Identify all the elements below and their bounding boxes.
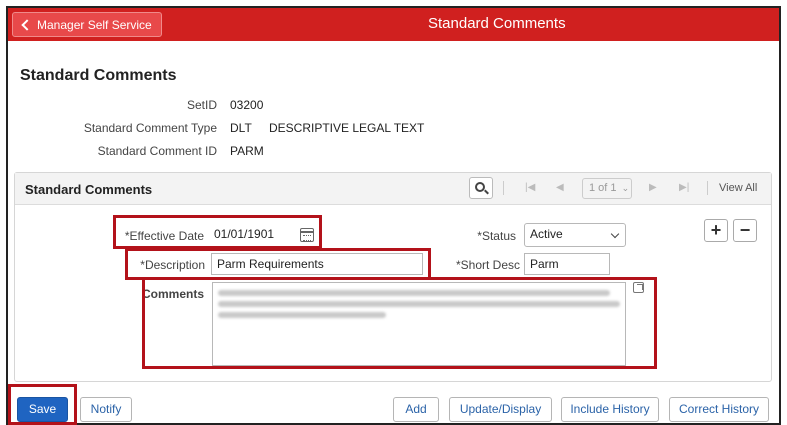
description-label: *Description — [140, 258, 205, 272]
save-button[interactable]: Save — [17, 397, 68, 422]
view-all-link[interactable]: View All — [719, 182, 757, 194]
grid-title: Standard Comments — [25, 182, 153, 197]
header-bar: Manager Self Service Standard Comments — [8, 8, 779, 41]
add-button[interactable]: Add — [393, 397, 439, 422]
page-selector[interactable]: 1 of 1 ⌄ — [582, 178, 632, 199]
setid-value: 03200 — [230, 98, 264, 112]
short-desc-label: *Short Desc — [455, 258, 520, 272]
effective-date-label: *Effective Date — [124, 229, 204, 243]
last-page-icon[interactable]: ▶| — [679, 182, 689, 193]
status-select[interactable]: Active — [524, 223, 626, 247]
comment-type-desc: DESCRIPTIVE LEGAL TEXT — [269, 121, 425, 135]
short-desc-input[interactable]: Parm — [524, 253, 610, 275]
page-selector-value: 1 of 1 — [589, 182, 617, 194]
divider — [503, 181, 504, 195]
description-input[interactable]: Parm Requirements — [211, 253, 423, 275]
search-button[interactable] — [469, 177, 493, 199]
first-page-icon[interactable]: |◀ — [525, 182, 535, 193]
comment-id-label: Standard Comment ID — [97, 144, 217, 158]
calendar-icon[interactable] — [300, 228, 314, 242]
status-select-value: Active — [530, 227, 563, 241]
status-label: *Status — [477, 229, 516, 243]
update-display-button[interactable]: Update/Display — [449, 397, 552, 422]
chevron-down-icon: ⌄ — [621, 183, 630, 193]
redacted-text — [218, 312, 386, 318]
previous-page-icon[interactable]: ◀ — [556, 182, 564, 193]
comment-type-label: Standard Comment Type — [83, 121, 217, 135]
back-button-label: Manager Self Service — [37, 17, 152, 32]
comment-id-value: PARM — [230, 144, 264, 158]
comments-label: Comments — [141, 287, 204, 301]
redacted-text — [218, 301, 620, 307]
back-button[interactable]: Manager Self Service — [12, 12, 162, 37]
setid-label: SetID — [186, 98, 217, 112]
notify-button[interactable]: Notify — [80, 397, 132, 422]
delete-row-button[interactable]: − — [733, 219, 757, 242]
chevron-left-icon — [21, 18, 33, 31]
correct-history-button[interactable]: Correct History — [669, 397, 769, 422]
page-title: Standard Comments — [20, 67, 177, 84]
include-history-button[interactable]: Include History — [561, 397, 659, 422]
comments-textarea[interactable] — [212, 282, 626, 366]
add-row-button[interactable]: + — [704, 219, 728, 242]
effective-date-input[interactable]: 01/01/1901 — [211, 224, 291, 246]
redacted-text — [218, 290, 610, 296]
next-page-icon[interactable]: ▶ — [649, 182, 657, 193]
comment-type-code: DLT — [230, 121, 252, 135]
grid-header: Standard Comments |◀ ◀ 1 of 1 ⌄ ▶ ▶| Vie… — [15, 173, 771, 205]
divider — [707, 181, 708, 195]
expand-icon[interactable] — [633, 282, 644, 293]
